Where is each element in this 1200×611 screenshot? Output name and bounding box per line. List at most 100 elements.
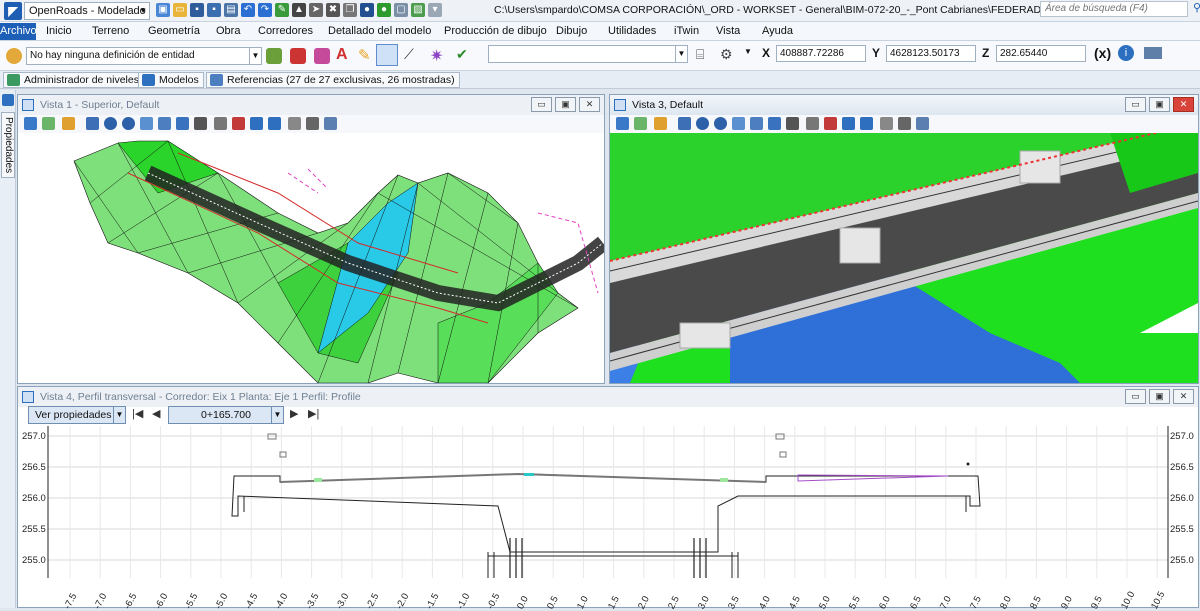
save-icon[interactable]: ▪ [190, 3, 204, 17]
last-station-icon[interactable]: ▶| [308, 407, 319, 420]
view-display-icon[interactable] [42, 117, 55, 130]
fit-view-icon[interactable] [158, 117, 171, 130]
minimize-button[interactable]: ▭ [531, 97, 552, 112]
tab-geometria[interactable]: Geometría [148, 23, 200, 40]
minimize-button[interactable]: ▭ [1125, 97, 1146, 112]
display-icon[interactable] [1144, 47, 1162, 59]
snap-icon[interactable]: ✷ [430, 46, 446, 65]
info-icon[interactable]: i [1118, 45, 1134, 61]
plan-view-canvas[interactable] [18, 133, 604, 383]
close-button[interactable]: ✕ [1173, 389, 1194, 404]
settings-icon[interactable]: ▧ [411, 3, 425, 17]
workflow-select[interactable]: OpenRoads - Modelado ▼ [24, 2, 150, 20]
section-icon[interactable] [324, 117, 337, 130]
window-area-icon[interactable] [140, 117, 153, 130]
view-display-icon[interactable] [634, 117, 647, 130]
tab-produccion[interactable]: Producción de dibujo [444, 23, 547, 40]
accudraw-icon[interactable]: ⌸ [696, 46, 712, 62]
copy-view-icon[interactable] [268, 117, 281, 130]
tab-terreno[interactable]: Terreno [92, 23, 129, 40]
restore-button[interactable]: ▣ [1149, 97, 1170, 112]
close-button[interactable]: ✕ [1173, 97, 1194, 112]
color-icon[interactable] [290, 48, 306, 64]
zoom-out-icon[interactable] [122, 117, 135, 130]
next-view-icon[interactable] [842, 117, 855, 130]
search-input[interactable]: Área de búsqueda (F4) ⚲ [1040, 1, 1200, 17]
open-icon[interactable]: ▭ [173, 3, 187, 17]
function-icon[interactable]: (x) [1094, 45, 1111, 61]
tab-models[interactable]: Modelos [138, 72, 204, 88]
sun-icon[interactable] [62, 117, 75, 130]
zoom-in-icon[interactable] [696, 117, 709, 130]
restore-button[interactable]: ▣ [1149, 389, 1170, 404]
earth-icon[interactable]: ● [377, 3, 391, 17]
first-station-icon[interactable]: |◀ [132, 407, 143, 420]
properties-icon[interactable] [2, 94, 14, 106]
save-all-icon[interactable]: ▪ [207, 3, 221, 17]
select-icon[interactable]: ➤ [309, 3, 323, 17]
level-icon[interactable] [314, 48, 330, 64]
workspace-icon[interactable]: ▣ [156, 3, 170, 17]
tab-itwin[interactable]: iTwin [674, 23, 699, 40]
view-icon[interactable]: ▢ [394, 3, 408, 17]
next-view-icon[interactable] [250, 117, 263, 130]
previous-station-icon[interactable]: ◀ [152, 407, 160, 420]
view-attributes-icon[interactable] [616, 117, 629, 130]
y-coordinate-field[interactable]: 4628123.50173 [886, 45, 976, 62]
tab-ayuda[interactable]: Ayuda [762, 23, 793, 40]
pan-icon[interactable] [194, 117, 207, 130]
copy-view-icon[interactable] [860, 117, 873, 130]
weight-icon[interactable]: ⟋ [404, 46, 420, 62]
brush-icon[interactable] [678, 117, 691, 130]
pan-icon[interactable] [786, 117, 799, 130]
tab-references[interactable]: Referencias (27 de 27 exclusivas, 26 mos… [206, 72, 460, 88]
delete-icon[interactable]: ✖ [326, 3, 340, 17]
tab-obra[interactable]: Obra [216, 23, 240, 40]
3d-view-canvas[interactable] [610, 133, 1198, 383]
feature-definition-icon[interactable] [6, 48, 22, 64]
view-properties-button[interactable]: Ver propiedades ▼ [28, 406, 126, 424]
tab-dibujo[interactable]: Dibujo [556, 23, 587, 40]
pencil-icon[interactable]: ✎ [358, 46, 374, 64]
tab-level-manager[interactable]: Administrador de niveles [3, 72, 144, 88]
line-style-icon[interactable] [376, 44, 398, 66]
walk-icon[interactable] [806, 117, 819, 130]
station-input[interactable]: 0+165.700 ▼ [168, 406, 284, 424]
sun-icon[interactable] [654, 117, 667, 130]
brush-icon[interactable] [86, 117, 99, 130]
x-coordinate-field[interactable]: 408887.72286 [776, 45, 866, 62]
rotate-icon[interactable] [768, 117, 781, 130]
tab-inicio[interactable]: Inicio [46, 23, 72, 40]
previous-view-icon[interactable] [232, 117, 245, 130]
clip-volume-icon[interactable] [880, 117, 893, 130]
restore-button[interactable]: ▣ [555, 97, 576, 112]
rotate-icon[interactable] [176, 117, 189, 130]
fit-view-icon[interactable] [750, 117, 763, 130]
tab-utilidades[interactable]: Utilidades [608, 23, 656, 40]
undo-icon[interactable]: ↶ [241, 3, 255, 17]
zoom-out-icon[interactable] [714, 117, 727, 130]
tab-detallado[interactable]: Detallado del modelo [328, 23, 431, 40]
chevron-down-icon[interactable]: ▼ [744, 47, 760, 63]
minimize-button[interactable]: ▭ [1125, 389, 1146, 404]
z-coordinate-field[interactable]: 282.65440 [996, 45, 1086, 62]
text-style-icon[interactable]: A [336, 46, 352, 63]
check-icon[interactable]: ✔ [456, 46, 472, 62]
globe-icon[interactable]: ● [360, 3, 374, 17]
tab-vista[interactable]: Vista [716, 23, 740, 40]
clip-volume-icon[interactable] [288, 117, 301, 130]
view-attributes-icon[interactable] [24, 117, 37, 130]
redo-icon[interactable]: ↷ [258, 3, 272, 17]
clip-mask-icon[interactable] [306, 117, 319, 130]
customize-icon[interactable]: ▾ [428, 3, 442, 17]
tab-archivo[interactable]: Archivo [0, 23, 37, 40]
section-icon[interactable] [916, 117, 929, 130]
fence-icon[interactable]: ✎ [275, 3, 289, 17]
clip-mask-icon[interactable] [898, 117, 911, 130]
tab-corredores[interactable]: Corredores [258, 23, 313, 40]
walk-icon[interactable] [214, 117, 227, 130]
previous-view-icon[interactable] [824, 117, 837, 130]
element-selection-icon[interactable]: ▲ [292, 3, 306, 17]
template-select[interactable]: ▼ [488, 45, 688, 63]
attribute-icon[interactable] [266, 48, 282, 64]
